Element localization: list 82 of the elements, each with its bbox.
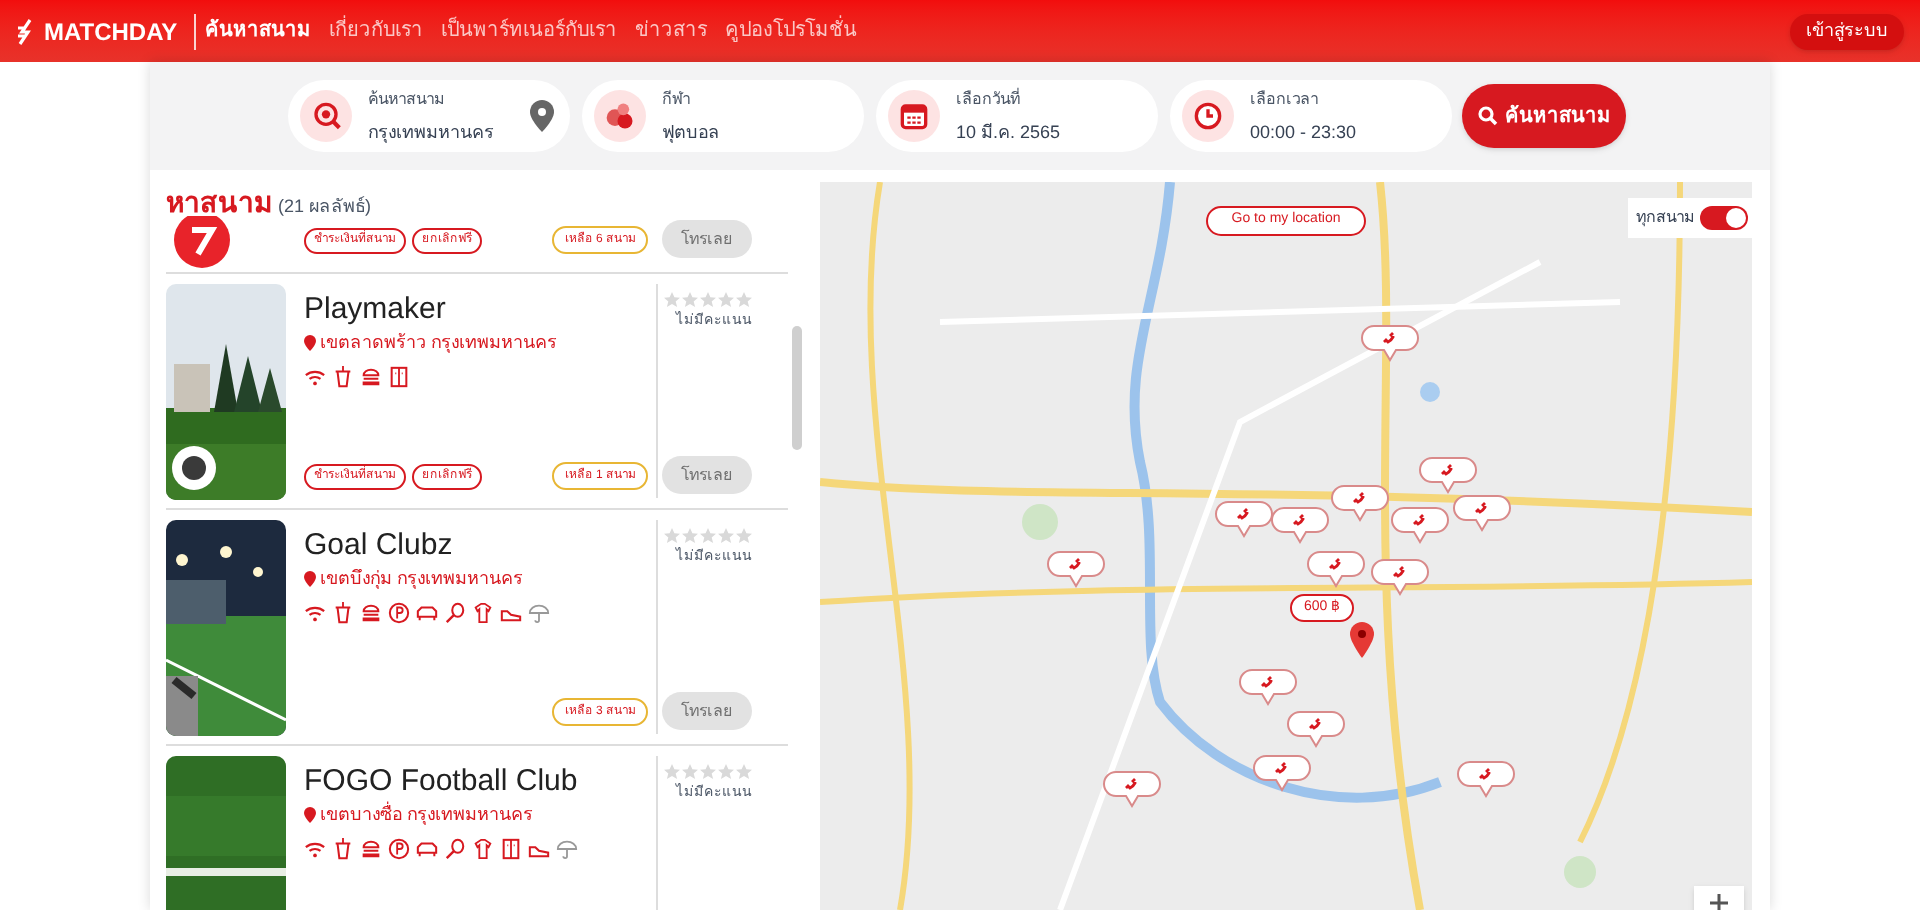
field-value: กรุงเทพมหานคร bbox=[368, 120, 494, 147]
phone-marker[interactable] bbox=[1370, 558, 1430, 598]
racket-icon bbox=[444, 601, 466, 623]
search-field[interactable]: กีฬา ฟุตบอล bbox=[582, 80, 864, 152]
phone-marker[interactable] bbox=[1330, 484, 1390, 524]
field-label: กีฬา bbox=[662, 88, 692, 112]
venue-name: Goal Clubz bbox=[304, 528, 455, 564]
parking-icon bbox=[388, 837, 410, 859]
phone-marker[interactable] bbox=[1390, 506, 1450, 546]
login-button[interactable]: เข้าสู่ระบบ bbox=[1790, 13, 1904, 49]
search-icon bbox=[1477, 106, 1497, 126]
phone-marker[interactable] bbox=[1306, 550, 1366, 590]
toggle-label: ทุกสนาม bbox=[1636, 206, 1694, 230]
car-icon bbox=[416, 601, 438, 623]
nav-link[interactable]: ค้นหาสนาม bbox=[205, 16, 312, 46]
umbrella-icon bbox=[528, 601, 550, 623]
cup-icon bbox=[332, 365, 354, 387]
phone-marker[interactable] bbox=[1452, 494, 1512, 534]
shirt-icon bbox=[472, 837, 494, 859]
results-count: (21 ผลลัพธ์) bbox=[278, 194, 372, 220]
sports-balls-icon bbox=[594, 90, 646, 142]
results-title: หาสนาม bbox=[166, 184, 272, 222]
venue-location: เขตบางซื่อ กรุงเทพมหานคร bbox=[320, 802, 534, 829]
burger-icon bbox=[360, 601, 382, 623]
search-field[interactable]: ค้นหาสนาม กรุงเทพมหานคร bbox=[288, 80, 570, 152]
search-location-icon bbox=[300, 90, 352, 142]
field-label: เลือกวันที่ bbox=[956, 86, 1022, 112]
burger-icon bbox=[360, 837, 382, 859]
locker-icon bbox=[500, 837, 522, 859]
search-button[interactable]: ค้นหาสนาม bbox=[1462, 84, 1626, 148]
location-pin-icon bbox=[1350, 622, 1374, 658]
toggle-switch[interactable] bbox=[1700, 206, 1748, 230]
phone-marker[interactable] bbox=[1046, 550, 1106, 590]
pin-icon bbox=[304, 570, 316, 589]
field-label: ค้นหาสนาม bbox=[368, 88, 446, 112]
field-value: ฟุตบอล bbox=[662, 120, 720, 147]
pin-icon bbox=[304, 806, 316, 825]
call-button[interactable]: โทรเลย bbox=[662, 692, 752, 730]
nav-link[interactable]: ข่าวสาร bbox=[635, 16, 708, 46]
locker-icon bbox=[388, 365, 410, 387]
phone-marker[interactable] bbox=[1238, 668, 1298, 708]
phone-marker[interactable] bbox=[1286, 710, 1346, 750]
phone-marker[interactable] bbox=[1252, 754, 1312, 794]
pin-icon bbox=[530, 100, 554, 132]
wifi-icon bbox=[304, 365, 326, 387]
call-button[interactable]: โทรเลย bbox=[662, 220, 752, 258]
plus-icon bbox=[1710, 894, 1728, 910]
wifi-icon bbox=[304, 601, 326, 623]
phone-marker[interactable] bbox=[1214, 500, 1274, 540]
field-value: 10 มี.ค. 2565 bbox=[956, 120, 1061, 146]
field-value: 00:00 - 23:30 bbox=[1250, 120, 1357, 146]
field-label: เลือกเวลา bbox=[1250, 88, 1320, 112]
parking-icon bbox=[388, 601, 410, 623]
scrollbar[interactable] bbox=[792, 326, 802, 450]
phone-marker[interactable] bbox=[1418, 456, 1478, 496]
car-icon bbox=[416, 837, 438, 859]
phone-marker[interactable] bbox=[1456, 760, 1516, 800]
nav-link[interactable]: คูปองโปรโมชั่น bbox=[725, 16, 858, 46]
venue-location: เขตลาดพร้าว กรุงเทพมหานคร bbox=[320, 330, 558, 357]
racket-icon bbox=[444, 837, 466, 859]
burger-icon bbox=[360, 365, 382, 387]
wifi-icon bbox=[304, 837, 326, 859]
clock-icon bbox=[1182, 90, 1234, 142]
search-field[interactable]: เลือกวันที่ 10 มี.ค. 2565 bbox=[876, 80, 1158, 152]
nav-link[interactable]: เกี่ยวกับเรา bbox=[329, 16, 424, 46]
cup-icon bbox=[332, 601, 354, 623]
brand-name: MATCHDAY bbox=[44, 15, 178, 49]
cup-icon bbox=[332, 837, 354, 859]
logo-icon bbox=[16, 17, 36, 45]
call-button[interactable]: โทรเลย bbox=[662, 456, 752, 494]
nav-link[interactable]: เป็นพาร์ทเนอร์กับเรา bbox=[441, 16, 618, 46]
umbrella-icon bbox=[556, 837, 578, 859]
phone-marker[interactable] bbox=[1270, 506, 1330, 546]
pin-icon bbox=[304, 334, 316, 353]
phone-marker[interactable] bbox=[1360, 324, 1420, 364]
calendar-icon bbox=[888, 90, 940, 142]
venue-name: Playmaker bbox=[304, 292, 448, 328]
search-field[interactable]: เลือกเวลา 00:00 - 23:30 bbox=[1170, 80, 1452, 152]
venue-location: เขตบึงกุ่ม กรุงเทพมหานคร bbox=[320, 566, 524, 593]
phone-marker[interactable] bbox=[1102, 770, 1162, 810]
venue-name: FOGO Football Club bbox=[304, 764, 580, 800]
shirt-icon bbox=[472, 601, 494, 623]
